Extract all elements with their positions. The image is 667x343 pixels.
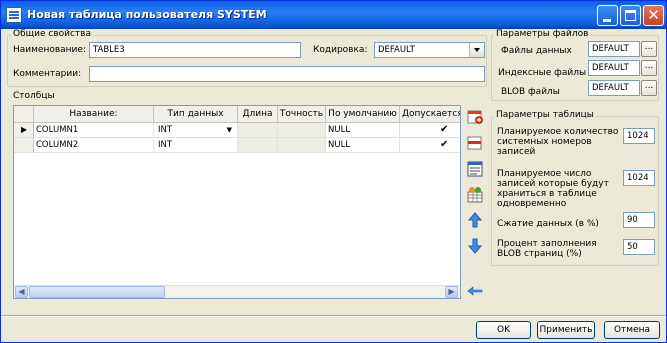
button-separator xyxy=(1,315,666,317)
window-title: Новая таблица пользователя SYSTEM xyxy=(27,8,267,21)
add-column-icon[interactable] xyxy=(465,107,485,127)
table-parameters-legend: Параметры таблицы xyxy=(494,110,596,120)
concurrent-rows-label-line: храниться в таблице xyxy=(497,189,597,199)
comment-input[interactable] xyxy=(89,66,485,82)
chevron-down-icon[interactable]: ▼ xyxy=(227,123,232,137)
columns-label: Столбцы xyxy=(13,91,55,101)
concurrent-rows-label-line: одновременно xyxy=(497,199,567,209)
sys-rows-label-line: Планируемое количество xyxy=(497,127,619,137)
checkmark-icon[interactable]: ✔ xyxy=(440,123,448,137)
ok-button[interactable]: OK xyxy=(476,321,531,339)
index-icon[interactable] xyxy=(465,185,485,205)
blob-files-browse-button[interactable]: ... xyxy=(641,80,657,96)
column-header-length[interactable]: Длина xyxy=(238,106,278,123)
apply-button[interactable]: Применить xyxy=(537,321,595,339)
data-files-label: Файлы данных xyxy=(501,46,572,56)
concurrent-rows-input[interactable]: 1024 xyxy=(623,170,655,186)
minimize-icon xyxy=(603,19,611,22)
column-header-default[interactable]: По умолчанию xyxy=(326,106,400,123)
scroll-right-icon[interactable]: ▶ xyxy=(445,286,458,298)
column-header-type[interactable]: Тип данных xyxy=(154,106,238,123)
blob-fill-label-line: Процент заполнения xyxy=(497,239,597,249)
data-files-browse-button[interactable]: ... xyxy=(641,41,657,57)
cell-length[interactable] xyxy=(238,123,278,138)
column-header-nullable[interactable]: Допускается N xyxy=(400,106,460,123)
general-properties-legend: Общие свойства xyxy=(11,29,93,39)
row-selector[interactable] xyxy=(14,138,34,153)
cell-default[interactable]: NULL xyxy=(326,138,400,153)
properties-icon[interactable] xyxy=(465,159,485,179)
compression-label: Сжатие данных (в %) xyxy=(497,219,599,229)
compression-input[interactable]: 90 xyxy=(623,212,655,228)
blob-fill-input[interactable]: 50 xyxy=(623,239,655,255)
encoding-label: Кодировка: xyxy=(313,45,368,55)
checkmark-icon[interactable]: ✔ xyxy=(440,138,448,152)
encoding-select[interactable]: DEFAULT xyxy=(374,42,485,58)
chevron-down-icon[interactable] xyxy=(469,43,484,57)
cell-type[interactable]: INT xyxy=(154,138,238,153)
maximize-icon xyxy=(625,10,636,21)
file-parameters-legend: Параметры файлов xyxy=(494,29,591,39)
table-name-input[interactable]: TABLE3 xyxy=(89,42,301,58)
cell-default[interactable]: NULL xyxy=(326,123,400,138)
title-bar[interactable]: Новая таблица пользователя SYSTEM ✕ xyxy=(1,1,666,29)
app-icon xyxy=(6,7,22,23)
name-label: Наименование: xyxy=(13,45,86,55)
sys-rows-label: Планируемое количество системных номеров… xyxy=(497,127,618,157)
scroll-thumb[interactable] xyxy=(29,286,165,298)
cell-nullable[interactable]: ✔ xyxy=(400,123,460,138)
comment-label: Комментарии: xyxy=(13,69,82,79)
cell-type-value: INT xyxy=(158,125,173,135)
move-up-icon[interactable] xyxy=(465,210,485,230)
data-files-input[interactable]: DEFAULT xyxy=(588,41,640,57)
cell-name[interactable]: COLUMN1 xyxy=(34,123,154,138)
cell-length[interactable] xyxy=(238,138,278,153)
sys-rows-label-line: записей xyxy=(497,147,536,157)
column-header-precision[interactable]: Точность xyxy=(278,106,326,123)
concurrent-rows-label-line: Планируемое число xyxy=(497,169,592,179)
cancel-button[interactable]: Отмена xyxy=(604,321,660,339)
blob-fill-label: Процент заполнения BLOB страниц (%) xyxy=(497,239,597,259)
cell-name[interactable]: COLUMN2 xyxy=(34,138,154,153)
blob-files-input[interactable]: DEFAULT xyxy=(588,80,640,96)
columns-grid: Название: Тип данных Длина Точность По у… xyxy=(13,105,461,299)
minimize-button[interactable] xyxy=(597,5,618,26)
index-files-browse-button[interactable]: ... xyxy=(641,60,657,76)
sys-rows-label-line: системных номеров xyxy=(497,137,592,147)
close-icon: ✕ xyxy=(647,6,660,24)
blob-fill-label-line: BLOB страниц (%) xyxy=(497,249,582,259)
column-header-name[interactable]: Название: xyxy=(34,106,154,123)
scroll-left-icon[interactable]: ◀ xyxy=(15,286,28,298)
encoding-value: DEFAULT xyxy=(378,45,415,55)
index-files-label: Индексные файлы xyxy=(498,68,587,78)
index-files-input[interactable]: DEFAULT xyxy=(588,60,640,76)
cell-precision[interactable] xyxy=(278,138,326,153)
back-icon[interactable] xyxy=(465,281,485,301)
horizontal-scrollbar[interactable]: ◀ ▶ xyxy=(14,285,460,298)
row-selector[interactable]: ▶ xyxy=(14,123,34,138)
cell-precision[interactable] xyxy=(278,123,326,138)
blob-files-label: BLOB файлы xyxy=(501,87,560,97)
current-row-icon: ▶ xyxy=(21,125,28,134)
sys-rows-input[interactable]: 1024 xyxy=(623,128,655,144)
delete-column-icon[interactable] xyxy=(465,133,485,153)
row-header-corner xyxy=(14,106,34,123)
maximize-button[interactable] xyxy=(620,5,641,26)
cell-type[interactable]: INT ▼ xyxy=(154,123,238,138)
close-button[interactable]: ✕ xyxy=(643,5,664,26)
move-down-icon[interactable] xyxy=(465,236,485,256)
concurrent-rows-label-line: записей которые будут xyxy=(497,179,609,189)
cell-nullable[interactable]: ✔ xyxy=(400,138,460,153)
dialog-window: Новая таблица пользователя SYSTEM ✕ Общи… xyxy=(0,0,667,343)
concurrent-rows-label: Планируемое число записей которые будут … xyxy=(497,169,609,209)
